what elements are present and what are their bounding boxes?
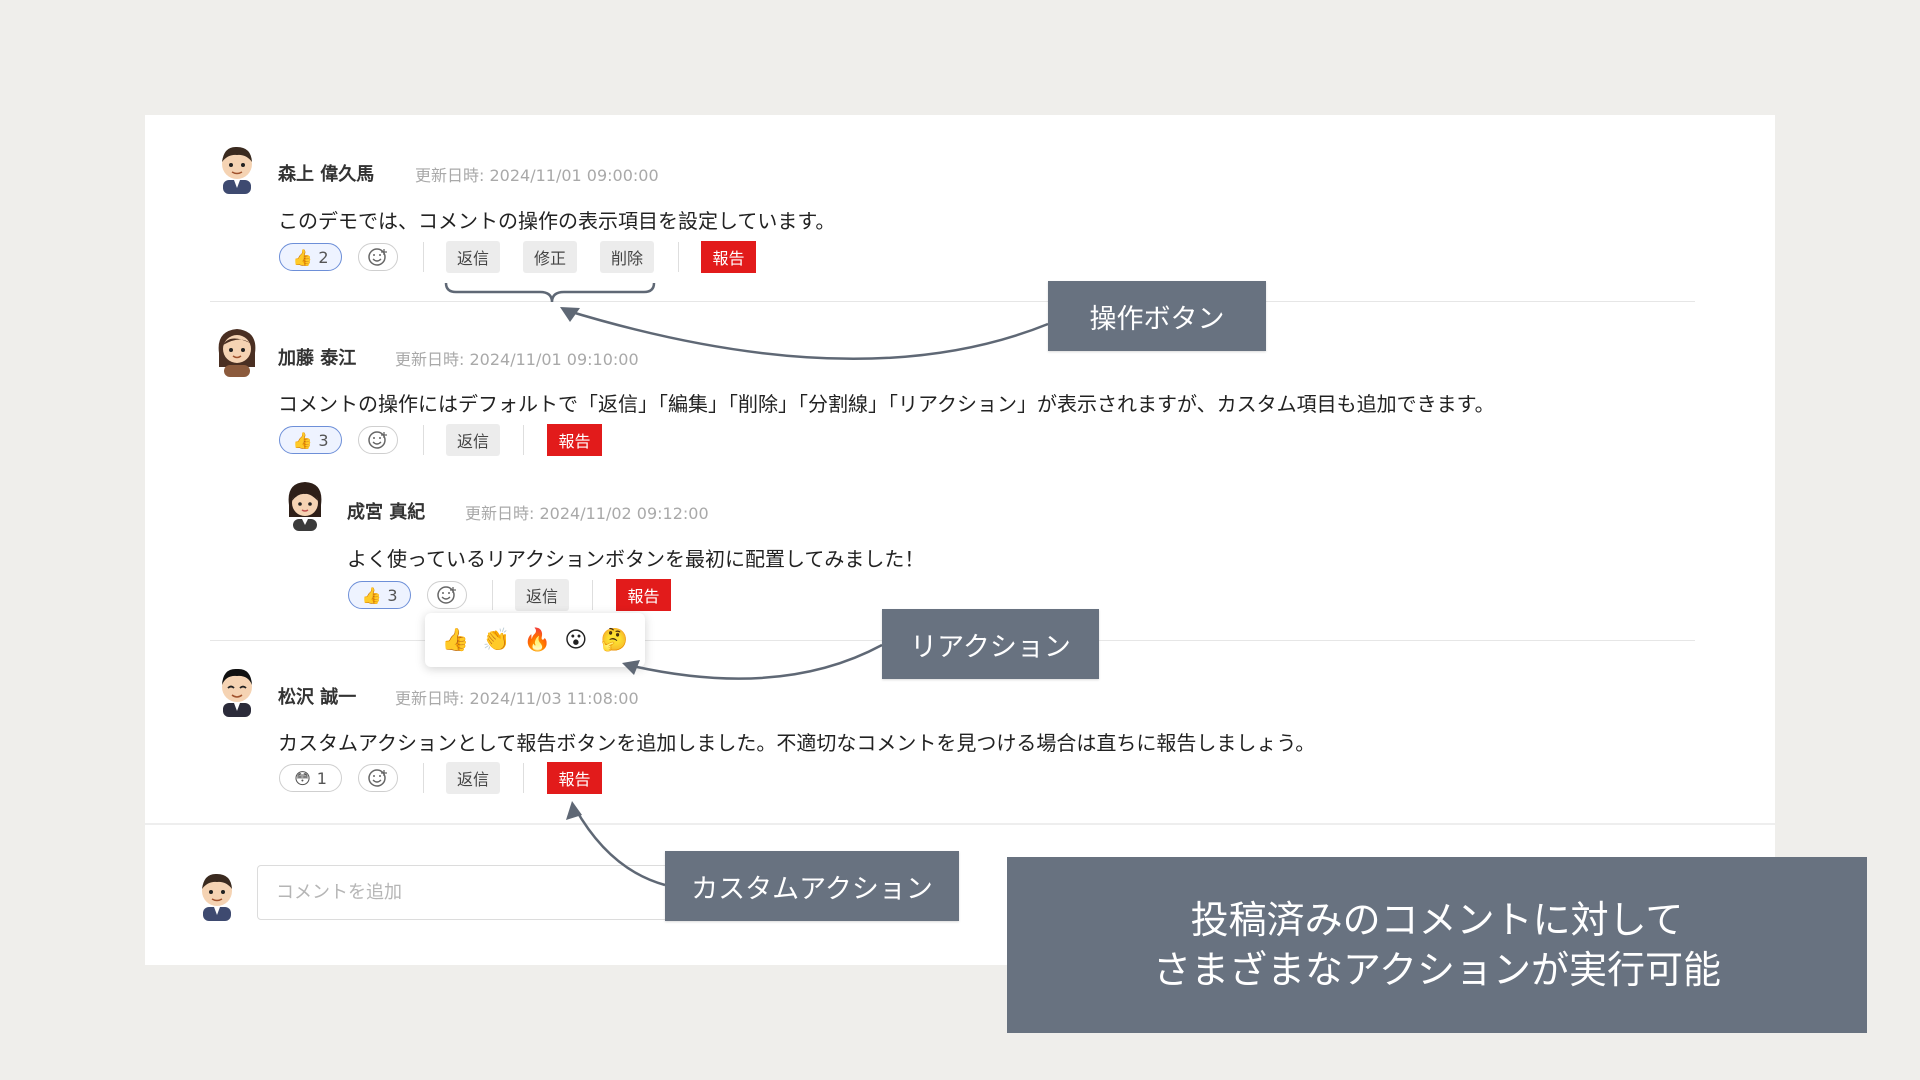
arrow-reaction	[627, 643, 883, 680]
summary-callout: 投稿済みのコメントに対して さまざまなアクションが実行可能	[1007, 857, 1867, 1033]
callout-custom-action: カスタムアクション	[665, 851, 959, 921]
callout-reaction: リアクション	[882, 609, 1099, 679]
callout-operation-buttons: 操作ボタン	[1048, 281, 1266, 351]
bracket-line	[444, 282, 656, 303]
arrow-custom	[573, 807, 666, 887]
arrow-ops	[564, 308, 1049, 360]
summary-line-1: 投稿済みのコメントに対して	[1190, 898, 1684, 942]
summary-line-2: さまざまなアクションが実行可能	[1152, 948, 1722, 992]
